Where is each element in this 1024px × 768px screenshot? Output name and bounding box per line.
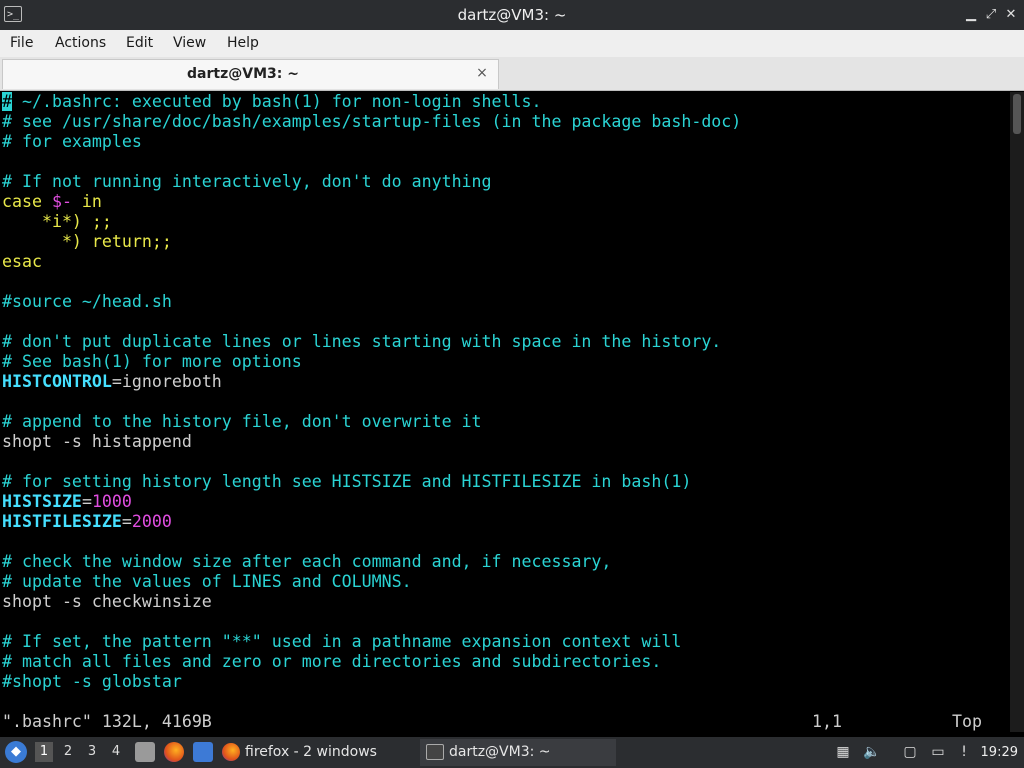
terminal-line: # check the window size after each comma…	[2, 552, 611, 572]
terminal-line: # append to the history file, don't over…	[2, 412, 482, 432]
terminal-text: HISTSIZE	[2, 492, 82, 511]
terminal-text: 1000	[91, 492, 132, 511]
terminal-line: case $- in	[2, 192, 102, 212]
terminal-line: shopt -s checkwinsize	[2, 592, 212, 612]
workspace-2[interactable]: 2	[59, 742, 77, 762]
menu-view[interactable]: View	[173, 30, 206, 57]
terminal-line: # don't put duplicate lines or lines sta…	[2, 332, 721, 352]
terminal-text: ~/.bashrc: executed by bash(1) for non-l…	[12, 92, 542, 111]
terminal-line: HISTCONTROL=ignoreboth	[2, 372, 222, 392]
close-icon[interactable]: ✕	[1002, 6, 1020, 24]
terminal-text: # for setting history length see HISTSIZ…	[2, 472, 692, 491]
menu-help[interactable]: Help	[227, 30, 259, 57]
terminal-line: *i*) ;;	[2, 212, 112, 232]
terminal-text: # don't put duplicate lines or lines sta…	[2, 332, 722, 351]
terminal-line: HISTSIZE=1000	[2, 492, 132, 512]
clock[interactable]: 19:29	[981, 737, 1018, 768]
task-terminal[interactable]: dartz@VM3: ~	[420, 739, 616, 766]
terminal-text: shopt -s histappend	[2, 432, 192, 451]
tab-bar: dartz@VM3: ~ ×	[0, 57, 1024, 91]
terminal-line: # match all files and zero or more direc…	[2, 652, 661, 672]
terminal-text: =ignoreboth	[111, 372, 222, 391]
terminal-line: esac	[2, 252, 42, 272]
terminal-line: ".bashrc" 132L, 4169B	[2, 712, 212, 732]
terminal-text: *) return;;	[2, 232, 172, 251]
terminal-line: # See bash(1) for more options	[2, 352, 302, 372]
scrollbar-thumb[interactable]	[1013, 94, 1021, 134]
terminal-text: # see /usr/share/doc/bash/examples/start…	[2, 112, 742, 131]
terminal-line: # see /usr/share/doc/bash/examples/start…	[2, 112, 741, 132]
terminal-text: esac	[2, 252, 42, 271]
desktop-icon[interactable]	[193, 742, 213, 762]
terminal-text: #source ~/head.sh	[2, 292, 172, 311]
menu-file[interactable]: File	[10, 30, 33, 57]
terminal-line: #shopt -s globstar	[2, 672, 182, 692]
vim-ruler-position: 1,1	[812, 712, 842, 731]
terminal-text: =	[121, 512, 132, 531]
vim-ruler-scroll: Top	[952, 712, 982, 731]
file-manager-icon[interactable]	[135, 742, 155, 762]
terminal-output[interactable]: ".bashrc" 132L, 4169B #shopt -s globstar #…	[0, 92, 1010, 732]
terminal-line: #source ~/head.sh	[2, 292, 172, 312]
volume-icon[interactable]: 🔈	[862, 742, 882, 762]
network-icon[interactable]: ▭	[928, 742, 948, 762]
update-notifier-icon[interactable]: !	[954, 742, 974, 762]
terminal-cursor: #	[2, 92, 12, 111]
terminal-line: *) return;;	[2, 232, 172, 252]
terminal-line: HISTFILESIZE=2000	[2, 512, 172, 532]
window-titlebar[interactable]: >_ dartz@VM3: ~ ▁ ⤢ ✕	[0, 0, 1024, 30]
terminal-line: # for examples	[2, 132, 142, 152]
terminal-text: in	[71, 192, 102, 211]
notes-icon[interactable]: ▢	[900, 742, 920, 762]
terminal-text: # See bash(1) for more options	[2, 352, 302, 371]
terminal-icon	[426, 744, 444, 760]
minimize-icon[interactable]: ▁	[962, 6, 980, 24]
workspace-1[interactable]: 1	[35, 742, 53, 762]
terminal-line: # for setting history length see HISTSIZ…	[2, 472, 691, 492]
start-menu-icon[interactable]: ◆	[5, 741, 27, 763]
terminal-text: # for examples	[2, 132, 142, 151]
terminal-line: # update the values of LINES and COLUMNS…	[2, 572, 412, 592]
terminal-text: *i*) ;;	[2, 212, 112, 231]
terminal-text: #shopt -s globstar	[2, 672, 182, 691]
taskbar: ◆ 1 2 3 4 firefox - 2 windows dartz@VM3:…	[0, 737, 1024, 768]
task-firefox[interactable]: firefox - 2 windows	[222, 739, 412, 766]
terminal-text: HISTCONTROL	[2, 372, 112, 391]
terminal-text: case	[2, 192, 52, 211]
workspace-4[interactable]: 4	[107, 742, 125, 762]
terminal-text: shopt -s checkwinsize	[2, 592, 212, 611]
task-firefox-label: firefox - 2 windows	[245, 744, 377, 760]
terminal-text: # check the window size after each comma…	[2, 552, 612, 571]
terminal-text: HISTFILESIZE	[2, 512, 122, 531]
terminal-text: # If not running interactively, don't do…	[2, 172, 492, 191]
workspace-3[interactable]: 3	[83, 742, 101, 762]
menu-edit[interactable]: Edit	[126, 30, 153, 57]
terminal-line: shopt -s histappend	[2, 432, 192, 452]
terminal-line: # If not running interactively, don't do…	[2, 172, 492, 192]
terminal-tab[interactable]: dartz@VM3: ~ ×	[2, 59, 499, 89]
clipboard-tray-icon[interactable]: ▦	[833, 742, 853, 762]
terminal-text: # append to the history file, don't over…	[2, 412, 482, 431]
terminal-text: $-	[51, 192, 72, 211]
menu-bar: File Actions Edit View Help	[0, 30, 1024, 57]
terminal-text: =	[81, 492, 92, 511]
task-terminal-label: dartz@VM3: ~	[449, 744, 551, 760]
tab-label: dartz@VM3: ~	[187, 66, 299, 82]
terminal-text: # If set, the pattern "**" used in a pat…	[2, 632, 682, 651]
tab-close-icon[interactable]: ×	[474, 65, 490, 81]
terminal-text: # match all files and zero or more direc…	[2, 652, 662, 671]
terminal-text: 2000	[131, 512, 172, 531]
firefox-launcher-icon[interactable]	[164, 742, 184, 762]
firefox-icon	[222, 743, 240, 761]
terminal-text: ".bashrc" 132L, 4169B	[2, 712, 212, 731]
menu-actions[interactable]: Actions	[55, 30, 106, 57]
restore-icon[interactable]: ⤢	[982, 6, 1000, 24]
terminal-line: # If set, the pattern "**" used in a pat…	[2, 632, 681, 652]
terminal-scrollbar[interactable]	[1010, 92, 1024, 732]
window-title: dartz@VM3: ~	[457, 6, 567, 24]
terminal-text: # update the values of LINES and COLUMNS…	[2, 572, 412, 591]
terminal-line: # ~/.bashrc: executed by bash(1) for non…	[2, 92, 542, 112]
